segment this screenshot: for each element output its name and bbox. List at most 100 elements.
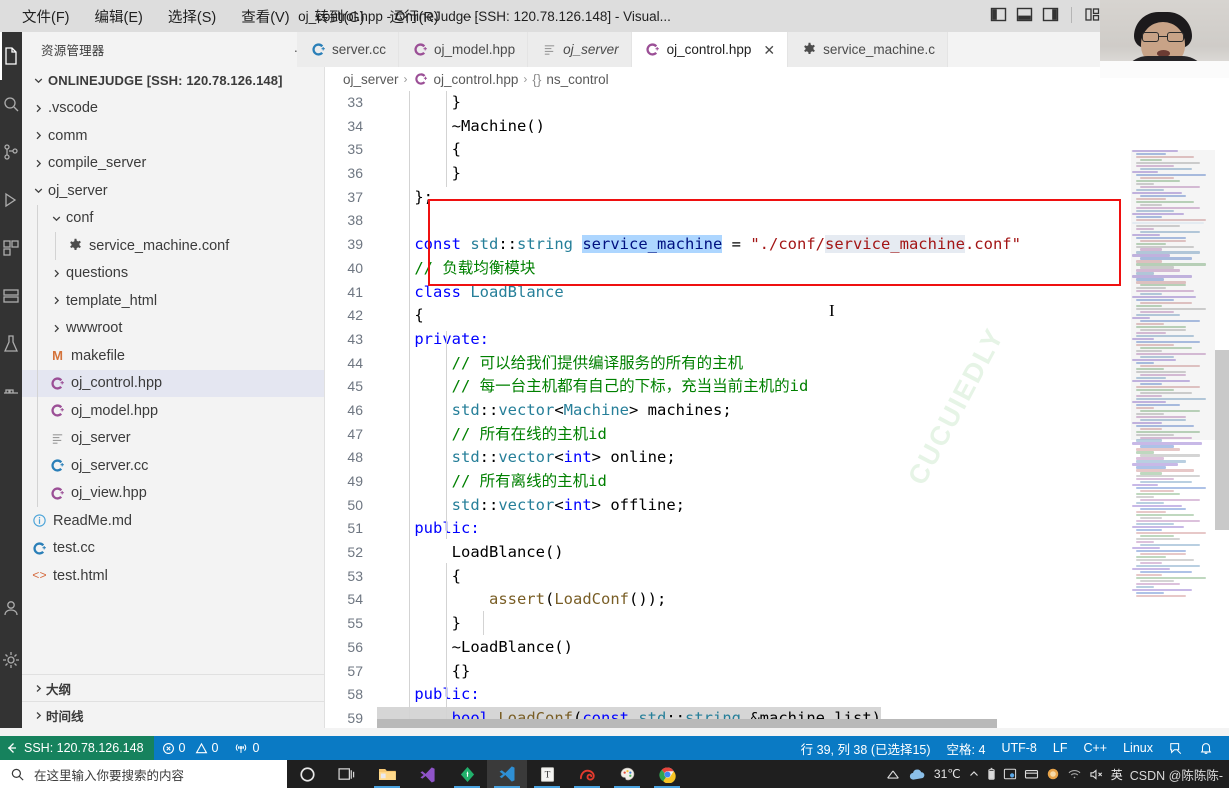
chrome-icon[interactable]: [647, 760, 687, 788]
code-line[interactable]: 40 // 负载均衡模块: [325, 257, 1229, 281]
toggle-panel-icon[interactable]: [1016, 6, 1033, 23]
wifi-icon[interactable]: [1067, 768, 1082, 780]
code-line[interactable]: 57 {}: [325, 660, 1229, 684]
activity-extensions-icon[interactable]: [0, 224, 22, 272]
code-editor[interactable]: 33 } 34 ~Machine() 35 {36 } 37 }; 38 39 const…: [325, 91, 1229, 728]
tree-item-comm[interactable]: comm: [22, 122, 324, 150]
eol[interactable]: LF: [1045, 736, 1076, 760]
code-line[interactable]: 56 ~LoadBlance(): [325, 636, 1229, 660]
code-line[interactable]: 47 // 所有在线的主机id: [325, 423, 1229, 447]
ports-status[interactable]: 0: [226, 736, 267, 760]
tab-service-machine-c[interactable]: service_machine.c: [788, 32, 948, 67]
activity-explorer-icon[interactable]: [0, 32, 22, 80]
toggle-secondary-sidebar-icon[interactable]: [1042, 6, 1059, 23]
code-line[interactable]: 42 {: [325, 304, 1229, 328]
activity-source-control-icon[interactable]: [0, 128, 22, 176]
menu-file[interactable]: 文件(F): [20, 4, 72, 29]
code-line[interactable]: 54 assert(LoadConf());: [325, 588, 1229, 612]
tab-oj-model-hpp[interactable]: oj_model.hpp: [399, 32, 529, 67]
code-line[interactable]: 39 const std::string service_machine = "…: [325, 233, 1229, 257]
tree-item-readme-md[interactable]: ReadMe.md: [22, 507, 324, 535]
screenshot-icon[interactable]: [1003, 767, 1017, 781]
paint-icon[interactable]: [607, 760, 647, 788]
chevron-up-icon[interactable]: [968, 768, 980, 780]
tree-root[interactable]: ONLINEJUDGE [SSH: 120.78.126.148]: [22, 67, 324, 95]
tree-item-wwwroot[interactable]: wwwroot: [22, 314, 324, 342]
minimap-slider[interactable]: [1131, 150, 1215, 440]
code-line[interactable]: 58 public:: [325, 683, 1229, 707]
activity-settings-gear-icon[interactable]: [0, 636, 22, 684]
minimap[interactable]: [1131, 150, 1215, 728]
code-line[interactable]: 51 public:: [325, 517, 1229, 541]
tree-item-oj-server[interactable]: oj_server: [22, 177, 324, 205]
tab-server-cc[interactable]: server.cc: [297, 32, 400, 67]
tree-item-oj-model-hpp[interactable]: oj_model.hpp: [22, 397, 324, 425]
scrollbar-thumb[interactable]: [377, 719, 997, 728]
activity-account-icon[interactable]: [0, 584, 22, 632]
task-view-icon[interactable]: [327, 760, 367, 788]
folder-tray-icon[interactable]: [1024, 768, 1039, 780]
weather-icon[interactable]: [908, 768, 927, 781]
toggle-primary-sidebar-icon[interactable]: [990, 6, 1007, 23]
tree-item--vscode[interactable]: .vscode: [22, 95, 324, 123]
remote-indicator[interactable]: SSH: 120.78.126.148: [0, 736, 154, 760]
code-line[interactable]: 35 {: [325, 138, 1229, 162]
code-line[interactable]: 41 class LoadBlance: [325, 281, 1229, 305]
feedback-icon[interactable]: [1161, 736, 1191, 760]
code-line[interactable]: 55 }: [325, 612, 1229, 636]
tree-item-service-machine-conf[interactable]: service_machine.conf: [22, 232, 324, 260]
tree-item-makefile[interactable]: Mmakefile: [22, 342, 324, 370]
mute-icon[interactable]: [1089, 768, 1104, 781]
menu-selection[interactable]: 选择(S): [166, 4, 218, 29]
code-line[interactable]: 38: [325, 209, 1229, 233]
code-line[interactable]: 45 // 每一台主机都有自己的下标，充当当前主机的id: [325, 375, 1229, 399]
vscode-icon[interactable]: [487, 760, 527, 788]
file-explorer-icon[interactable]: [367, 760, 407, 788]
panel-timeline[interactable]: 时间线: [22, 701, 325, 728]
code-line[interactable]: 37 };: [325, 186, 1229, 210]
encoding[interactable]: UTF-8: [993, 736, 1044, 760]
code-line[interactable]: 36 }: [325, 162, 1229, 186]
tree-item-questions[interactable]: questions: [22, 259, 324, 287]
code-line[interactable]: 43 private:: [325, 328, 1229, 352]
breadcrumb-file[interactable]: oj_control.hpp: [434, 72, 519, 87]
activity-run-debug-icon[interactable]: [0, 176, 22, 224]
taskbar-search-box[interactable]: 在这里输入你要搜索的内容: [0, 760, 287, 788]
menu-run[interactable]: 运行(R): [387, 4, 440, 29]
scrollbar-thumb[interactable]: [1215, 350, 1229, 530]
cursor-position[interactable]: 行 39, 列 38 (已选择15): [793, 736, 939, 760]
panel-outline[interactable]: 大纲: [22, 674, 325, 701]
menu-more-icon[interactable]: ···: [462, 8, 480, 25]
tree-item-oj-control-hpp[interactable]: oj_control.hpp: [22, 369, 324, 397]
activity-docker-icon[interactable]: [0, 368, 22, 416]
tree-item-test-cc[interactable]: test.cc: [22, 535, 324, 563]
breadcrumb-symbol[interactable]: ns_control: [546, 72, 608, 87]
onedrive-icon[interactable]: [885, 768, 901, 781]
activity-testing-icon[interactable]: [0, 320, 22, 368]
code-line[interactable]: 46 std::vector<Machine> machines;: [325, 399, 1229, 423]
menu-edit[interactable]: 编辑(E): [93, 4, 145, 29]
tab-oj-server[interactable]: oj_server: [528, 32, 632, 67]
language-mode[interactable]: C++: [1075, 736, 1115, 760]
notifications-bell-icon[interactable]: [1191, 736, 1221, 760]
code-line[interactable]: 49 // 所有离线的主机id: [325, 470, 1229, 494]
tree-item-test-html[interactable]: <> test.html: [22, 562, 324, 590]
code-line[interactable]: 50 std::vector<int> offline;: [325, 494, 1229, 518]
cortana-icon[interactable]: [287, 760, 327, 788]
battery-icon[interactable]: [987, 767, 996, 781]
tree-item-oj-server-cc[interactable]: oj_server.cc: [22, 452, 324, 480]
shield-icon[interactable]: [1046, 767, 1060, 781]
breadcrumb-folder[interactable]: oj_server: [343, 72, 399, 87]
platform[interactable]: Linux: [1115, 736, 1161, 760]
tree-item-conf[interactable]: conf: [22, 204, 324, 232]
snail-icon[interactable]: [567, 760, 607, 788]
activity-search-icon[interactable]: [0, 80, 22, 128]
tree-item-oj-view-hpp[interactable]: oj_view.hpp: [22, 479, 324, 507]
code-line[interactable]: 52 LoadBlance(): [325, 541, 1229, 565]
ime-indicator[interactable]: 英: [1111, 766, 1123, 783]
menu-goto[interactable]: 转到(G): [313, 4, 367, 29]
code-line[interactable]: 48 std::vector<int> online;: [325, 446, 1229, 470]
code-line[interactable]: 44 // 可以给我们提供编译服务的所有的主机: [325, 352, 1229, 376]
code-line[interactable]: 53 {: [325, 565, 1229, 589]
problems-status[interactable]: 0 0: [154, 736, 227, 760]
